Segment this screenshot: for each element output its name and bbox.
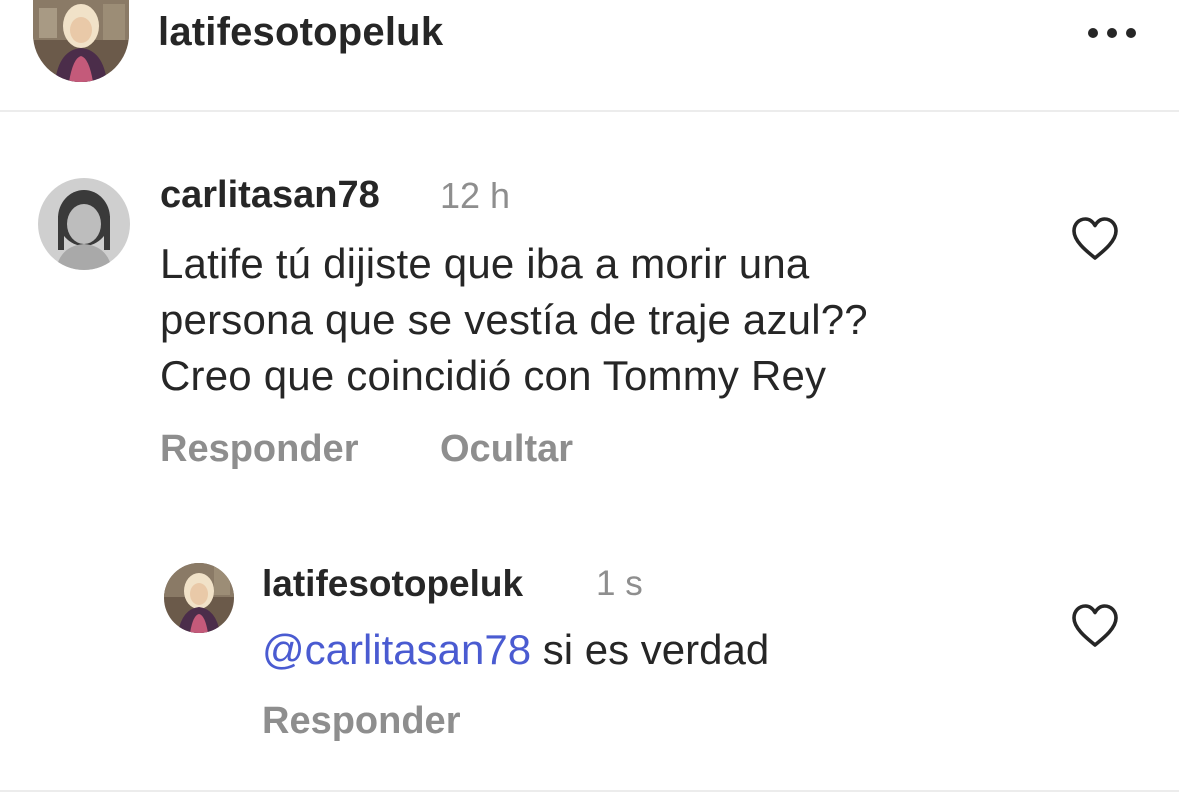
comment-text: Latife tú dijiste que iba a morir una pe… bbox=[160, 236, 1040, 404]
mention-link[interactable]: @carlitasan78 bbox=[262, 626, 531, 673]
header-username[interactable]: latifesotopeluk bbox=[158, 10, 443, 55]
reply-text: @carlitasan78 si es verdad bbox=[262, 622, 769, 678]
more-horizontal-icon[interactable] bbox=[1086, 26, 1138, 40]
comment-line: Latife tú dijiste que iba a morir una bbox=[160, 240, 810, 287]
reply-username[interactable]: latifesotopeluk bbox=[262, 563, 523, 605]
reply-time: 1 s bbox=[596, 564, 643, 603]
divider bbox=[0, 790, 1179, 792]
replier-avatar[interactable] bbox=[164, 563, 234, 633]
heart-outline-icon[interactable] bbox=[1070, 603, 1120, 649]
comment-line: Creo que coincidió con Tommy Rey bbox=[160, 352, 827, 399]
avatar-image bbox=[33, 0, 129, 82]
profile-avatar[interactable] bbox=[33, 0, 129, 82]
reply-button[interactable]: Responder bbox=[262, 700, 460, 743]
hide-button[interactable]: Ocultar bbox=[440, 428, 573, 471]
avatar-image bbox=[38, 178, 130, 270]
reply-body: si es verdad bbox=[531, 626, 770, 673]
comment-time: 12 h bbox=[440, 175, 511, 216]
commenter-avatar[interactable] bbox=[38, 178, 130, 270]
post-header: latifesotopeluk bbox=[0, 0, 1179, 112]
heart-outline-icon[interactable] bbox=[1070, 216, 1120, 262]
comment-username[interactable]: carlitasan78 bbox=[160, 174, 380, 217]
comment-line: persona que se vestía de traje azul?? bbox=[160, 296, 868, 343]
reply-button[interactable]: Responder bbox=[160, 428, 358, 471]
avatar-image bbox=[164, 563, 234, 633]
